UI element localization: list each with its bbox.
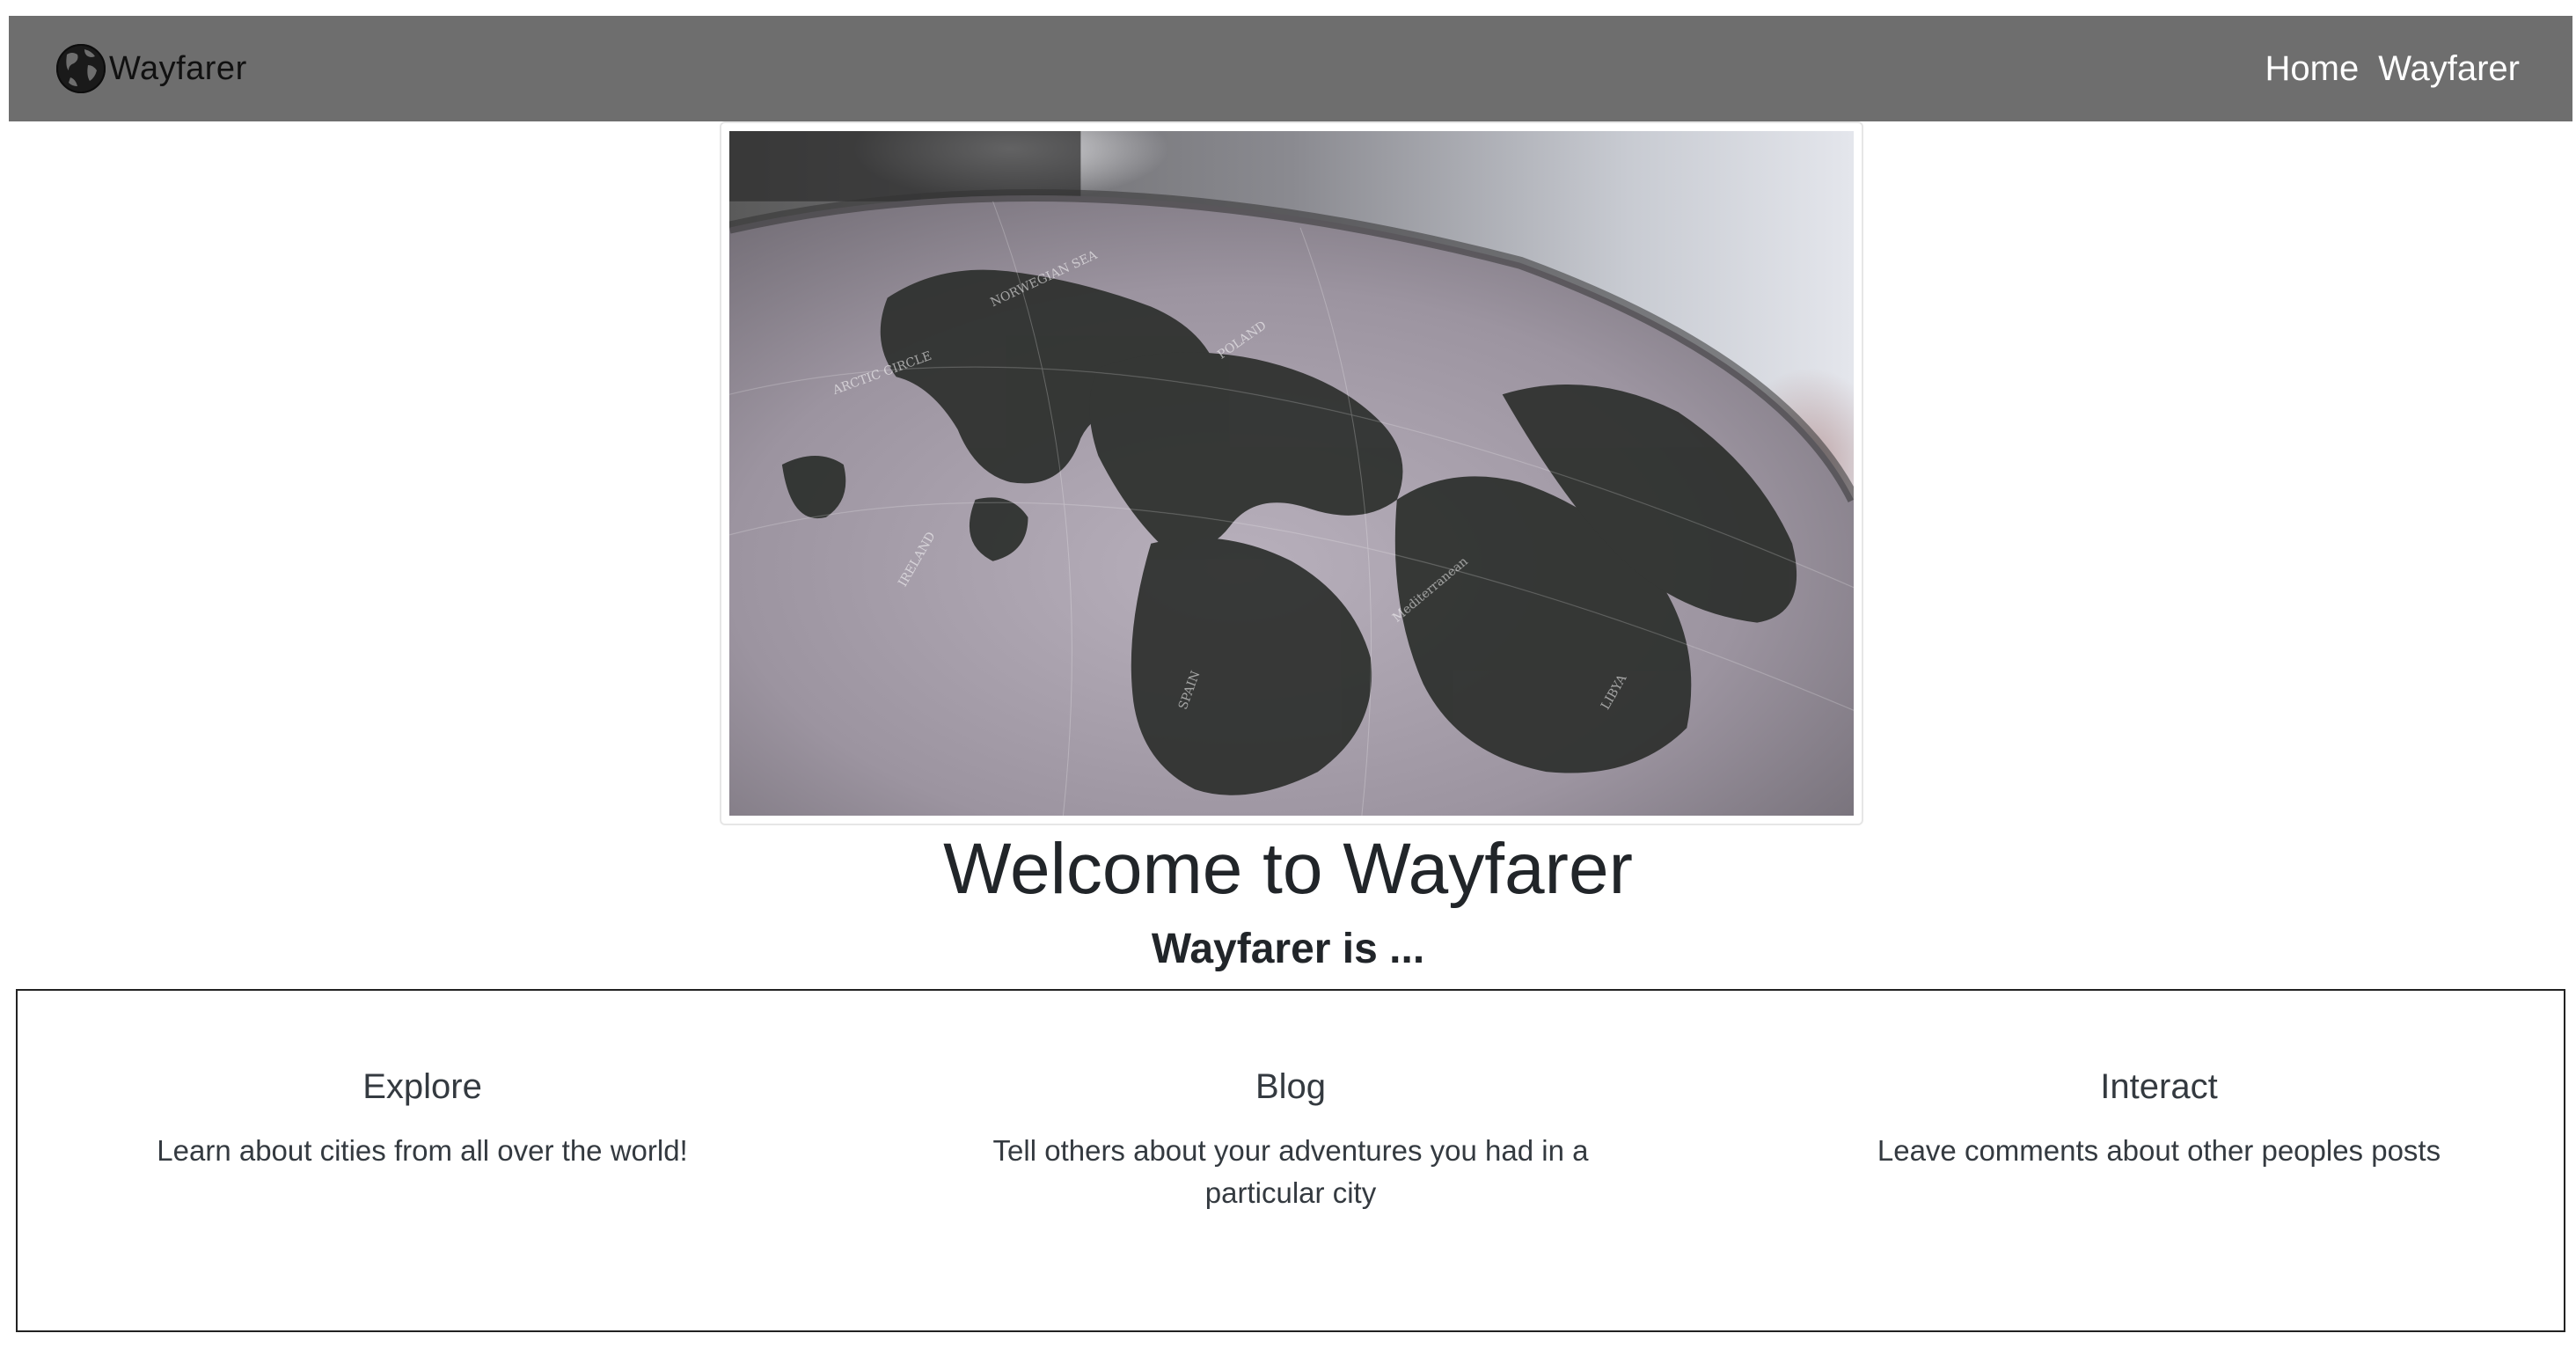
feature-blog: Blog Tell others about your adventures y…: [983, 991, 1599, 1330]
feature-text: Tell others about your adventures you ha…: [992, 1134, 1589, 1209]
feature-text: Learn about cities from all over the wor…: [157, 1134, 688, 1167]
nav-links: Home Wayfarer: [2265, 49, 2520, 89]
welcome-title: Welcome to Wayfarer: [943, 829, 1633, 909]
hero-globe-image: NORWEGIAN SEA POLAND Mediterranean LIBYA…: [729, 131, 1854, 816]
feature-title: Interact: [2100, 1067, 2218, 1106]
navbar: Wayfarer Home Wayfarer: [9, 16, 2572, 121]
brand-name: Wayfarer: [109, 49, 247, 87]
welcome-subtitle: Wayfarer is ...: [1151, 926, 1425, 972]
globe-icon: [56, 44, 106, 93]
nav-link-wayfarer[interactable]: Wayfarer: [2378, 49, 2520, 89]
features-section: Explore Learn about cities from all over…: [16, 989, 2565, 1332]
feature-explore: Explore Learn about cities from all over…: [114, 991, 730, 1330]
feature-text: Leave comments about other peoples posts: [1877, 1134, 2441, 1167]
brand-link[interactable]: Wayfarer: [55, 42, 247, 95]
feature-title: Explore: [362, 1067, 482, 1106]
feature-title: Blog: [1255, 1067, 1327, 1106]
hero-image-frame: NORWEGIAN SEA POLAND Mediterranean LIBYA…: [720, 121, 1863, 825]
nav-link-home[interactable]: Home: [2265, 49, 2360, 89]
feature-interact: Interact Leave comments about other peop…: [1851, 991, 2467, 1330]
